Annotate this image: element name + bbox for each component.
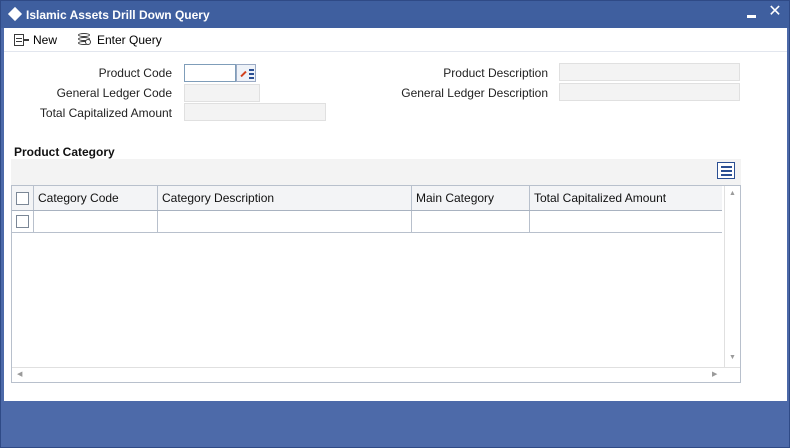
general-ledger-code-label: General Ledger Code	[56, 86, 172, 100]
scroll-left-icon[interactable]: ◀	[17, 371, 22, 379]
row-select-cell	[12, 211, 34, 232]
enter-query-button-label: Enter Query	[97, 33, 162, 47]
new-button-label: New	[33, 33, 58, 47]
cell-category-description[interactable]	[158, 211, 412, 232]
select-all-column	[12, 186, 34, 210]
list-of-values-icon	[240, 70, 247, 78]
product-description-label: Product Description	[443, 66, 548, 80]
column-total-capitalized-amount[interactable]: Total Capitalized Amount	[530, 186, 722, 210]
row-checkbox[interactable]	[16, 215, 29, 228]
scroll-right-icon[interactable]: ▶	[712, 371, 717, 379]
window-title: Islamic Assets Drill Down Query	[26, 8, 210, 22]
query-database-icon	[77, 33, 93, 47]
product-code-input[interactable]	[184, 64, 236, 82]
column-category-description[interactable]: Category Description	[158, 186, 412, 210]
grid-columns-icon[interactable]	[717, 162, 735, 179]
total-capitalized-amount-label: Total Capitalized Amount	[39, 106, 172, 120]
grid-header: Category Code Category Description Main …	[12, 186, 722, 211]
footer-bar	[4, 401, 787, 447]
column-main-category[interactable]: Main Category	[412, 186, 530, 210]
table-row	[12, 211, 722, 233]
title-bar[interactable]: Islamic Assets Drill Down Query ✕	[1, 1, 789, 28]
main-toolbar: New Enter Query	[4, 28, 787, 52]
new-document-icon	[13, 33, 29, 47]
product-code-label: Product Code	[98, 66, 172, 80]
close-button[interactable]: ✕	[768, 4, 782, 20]
product-code-lov-button[interactable]	[236, 64, 256, 82]
scroll-up-icon[interactable]: ▲	[729, 190, 736, 198]
cell-main-category[interactable]	[412, 211, 530, 232]
scroll-down-icon[interactable]: ▼	[729, 354, 736, 362]
product-category-grid: Category Code Category Description Main …	[11, 185, 741, 383]
product-description-field	[559, 63, 740, 81]
query-window: Islamic Assets Drill Down Query ✕ New En…	[0, 0, 790, 448]
cell-total-capitalized-amount[interactable]	[530, 211, 722, 232]
product-category-title: Product Category	[14, 145, 115, 159]
minimize-button[interactable]	[747, 15, 756, 18]
general-ledger-description-label: General Ledger Description	[401, 86, 548, 100]
total-capitalized-amount-field	[184, 103, 326, 121]
cell-category-code[interactable]	[34, 211, 158, 232]
form-content: New Enter Query Product Code General Led…	[4, 28, 787, 401]
general-ledger-description-field	[559, 83, 740, 101]
general-ledger-code-field	[184, 84, 260, 102]
select-all-checkbox[interactable]	[16, 191, 29, 205]
horizontal-scrollbar[interactable]: ◀ ▶	[12, 367, 740, 382]
new-button[interactable]: New	[13, 31, 57, 49]
grid-toolbar	[11, 159, 741, 185]
vertical-scrollbar[interactable]: ▲ ▼	[724, 186, 740, 367]
column-category-code[interactable]: Category Code	[34, 186, 158, 210]
diamond-icon	[7, 6, 23, 22]
enter-query-button[interactable]: Enter Query	[77, 31, 162, 49]
